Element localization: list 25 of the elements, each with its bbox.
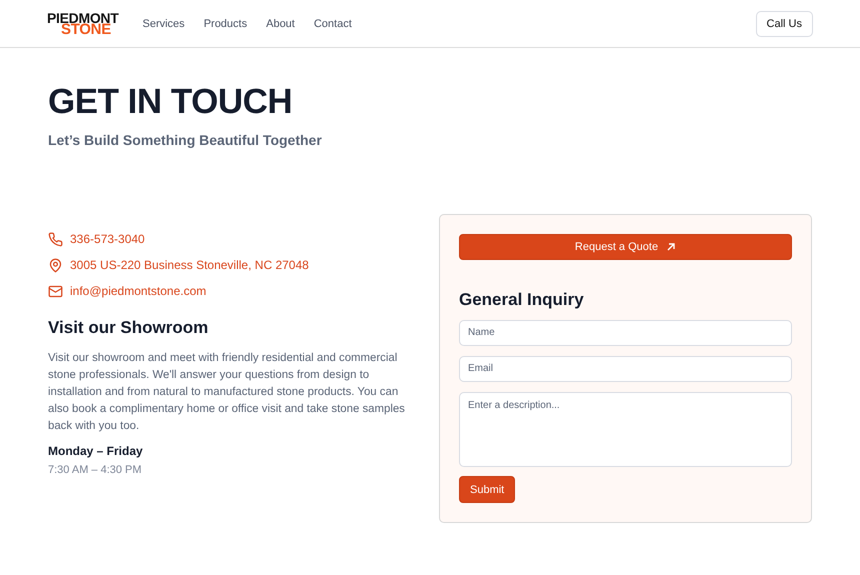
arrow-icon	[666, 242, 676, 252]
page-title: GET IN TOUCH	[48, 82, 294, 122]
nav-link[interactable]: Products	[204, 18, 248, 30]
page-subtitle: Let’s Build Something Beautiful Together	[48, 132, 323, 148]
input-field[interactable]: Email	[459, 356, 792, 382]
mail-icon	[48, 284, 63, 298]
submit-button[interactable]: Submit	[459, 476, 516, 504]
phone-link[interactable]: 336-573-3040	[70, 232, 145, 246]
description-field[interactable]: Enter a description...	[459, 392, 792, 468]
map-pin-icon	[48, 258, 63, 272]
address-link[interactable]: 3005 US-220 Business Stoneville, NC 27048	[70, 258, 309, 272]
form-heading: General Inquiry	[459, 290, 585, 310]
input-field[interactable]: Name	[459, 320, 792, 346]
opening-days: Monday – Friday	[48, 444, 413, 458]
section-heading: Visit our Showroom	[48, 318, 210, 338]
request-quote-button[interactable]: Request a Quote	[459, 234, 792, 260]
logo[interactable]: PIEDMONT STONE	[47, 12, 118, 36]
nav-link[interactable]: Contact	[314, 18, 352, 30]
email-link[interactable]: info@piedmontstone.com	[70, 284, 206, 298]
phone-icon	[48, 232, 63, 246]
call-button[interactable]: Call Us	[756, 10, 813, 36]
nav-link[interactable]: About	[266, 18, 295, 30]
showroom-description: Visit our showroom and meet with friendly residential and commercial stone professionals. We'll answer your questions from design to installation and from natural to manufactured stone products. You can also book a complimentary home or office visit and take stone samples back with you too.	[48, 351, 406, 434]
nav-link[interactable]: Services	[142, 18, 185, 30]
opening-hours: 7:30 AM – 4:30 PM	[48, 464, 143, 476]
